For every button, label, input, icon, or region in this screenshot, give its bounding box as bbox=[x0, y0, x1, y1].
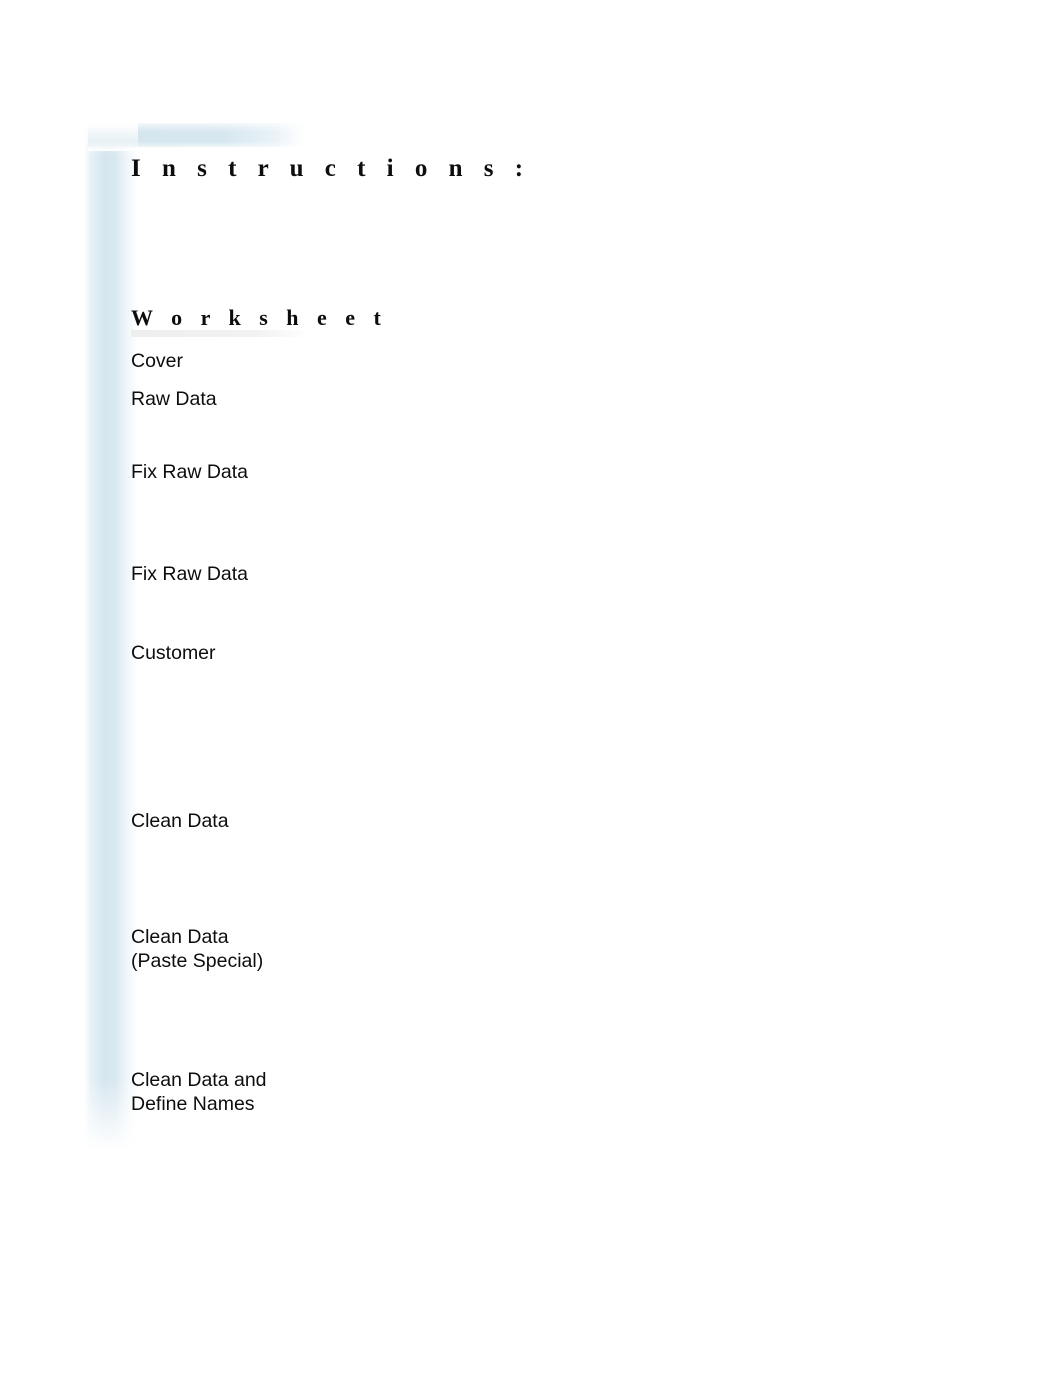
worksheet-list-item: Customer bbox=[131, 642, 216, 664]
horizontal-accent-band-fade bbox=[88, 119, 304, 151]
vertical-accent-band bbox=[84, 122, 138, 1148]
vertical-accent-band-fade-top bbox=[84, 122, 138, 156]
vertical-accent-band-fade-bottom bbox=[84, 1078, 138, 1150]
decorative-accent-layer bbox=[0, 0, 1062, 1376]
worksheet-list-item: Cover bbox=[131, 350, 184, 372]
worksheet-list-item: Fix Raw Data bbox=[131, 563, 249, 585]
worksheet-column-header: W o r k s h e e t bbox=[131, 305, 388, 330]
worksheet-list-item: Clean Data and Define Names bbox=[131, 1069, 267, 1115]
instructions-heading: I n s t r u c t i o n s : bbox=[131, 155, 531, 182]
horizontal-accent-band bbox=[88, 123, 304, 147]
worksheet-list-item: Clean Data bbox=[131, 810, 229, 832]
worksheet-list-item: Raw Data bbox=[131, 388, 217, 410]
worksheet-header-underline bbox=[131, 330, 309, 337]
worksheet-list-item: Fix Raw Data bbox=[131, 461, 249, 483]
worksheet-list-item: Clean Data (Paste Special) bbox=[131, 926, 264, 972]
